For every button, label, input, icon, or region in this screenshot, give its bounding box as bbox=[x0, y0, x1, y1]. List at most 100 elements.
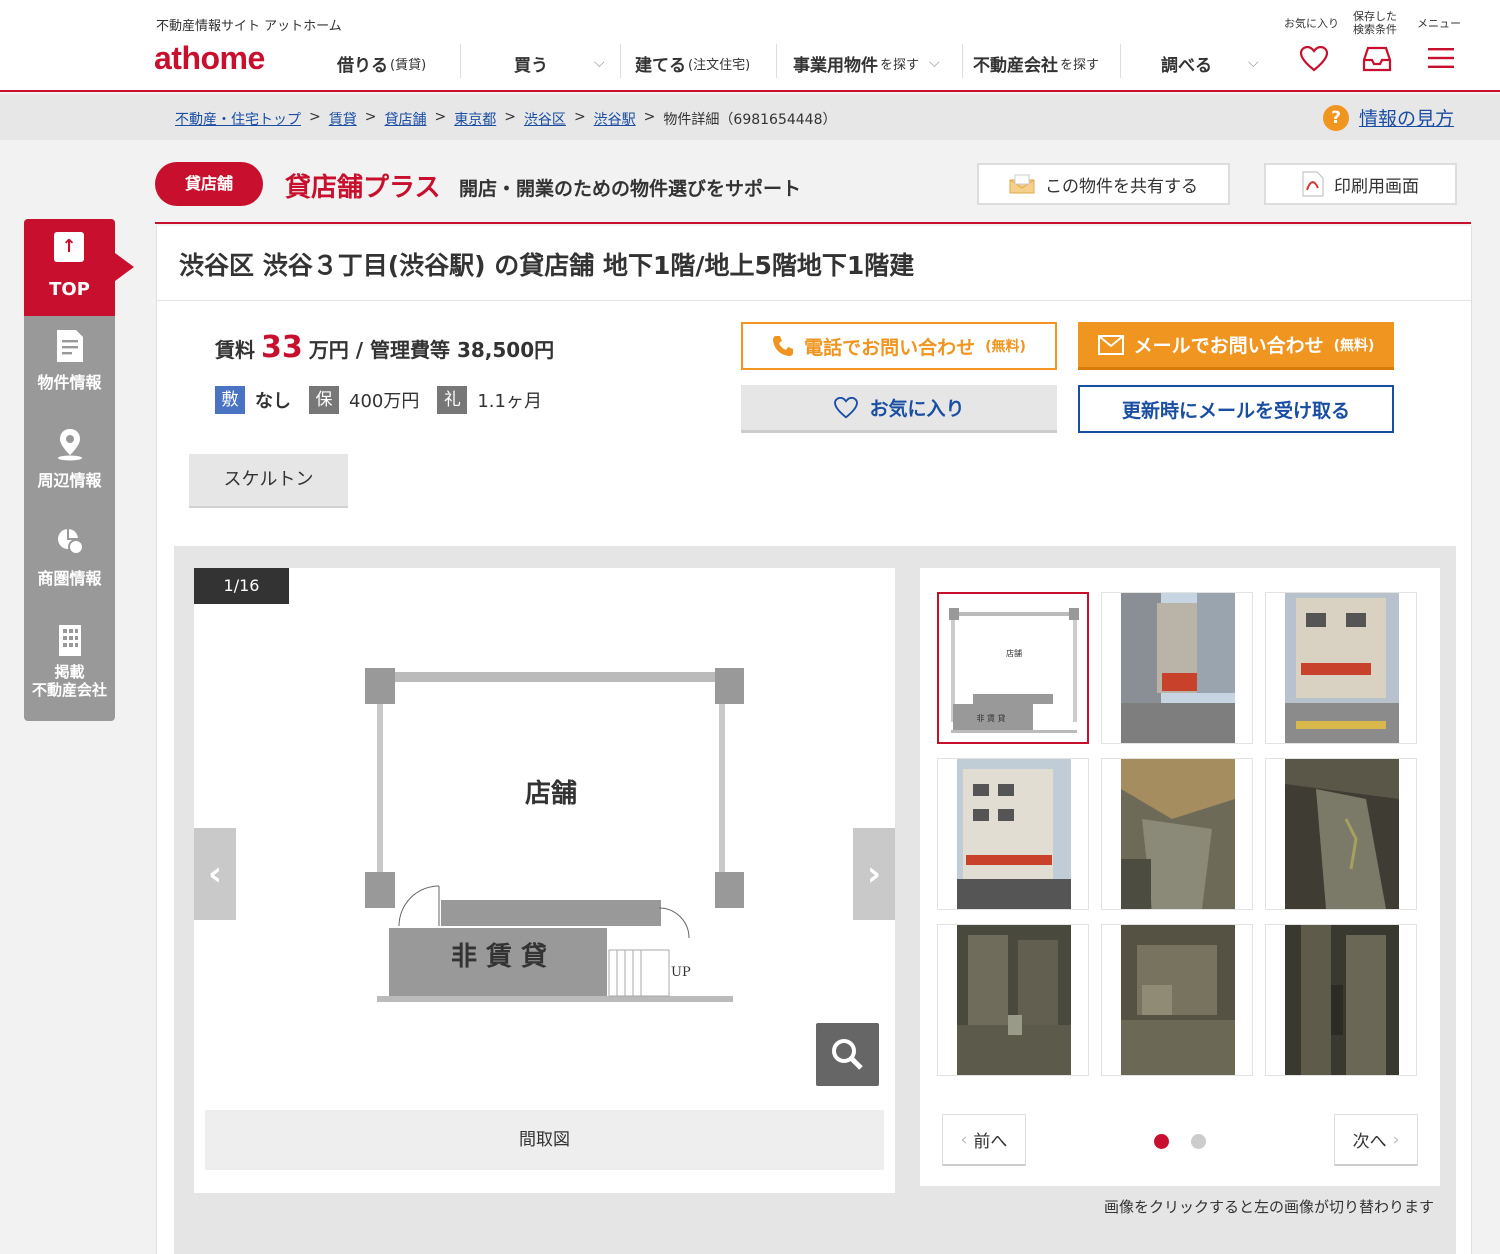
guarantee-badge: 保 bbox=[309, 386, 339, 414]
help-link[interactable]: ? 情報の見方 bbox=[1323, 104, 1454, 131]
inbox-icon[interactable] bbox=[1362, 46, 1392, 76]
thumbnail-floorplan[interactable]: 店舗非 賃 貸 bbox=[937, 592, 1089, 744]
phone-inquiry-button[interactable]: 電話でお問い合わせ (無料) bbox=[741, 322, 1057, 370]
magnifier-icon bbox=[832, 1039, 863, 1070]
breadcrumb-separator: > bbox=[364, 109, 377, 125]
mail-inquiry-button[interactable]: メールでお問い合わせ (無料) bbox=[1078, 322, 1394, 370]
thumbnail-photo[interactable] bbox=[937, 758, 1089, 910]
divider bbox=[157, 300, 1471, 301]
pdf-file-icon bbox=[1302, 171, 1324, 197]
photo-gallery: 1/16 店舗 非 賃 貸 UP ‹ › 間取図 店舗 非 賃 貸 ‹ 前へ 次… bbox=[174, 546, 1456, 1254]
nav-divider bbox=[776, 44, 777, 78]
main-image-viewer[interactable]: 1/16 店舗 非 賃 貸 UP ‹ › 間取図 bbox=[194, 568, 895, 1193]
saved-search-header-label: 保存した 検索条件 bbox=[1353, 10, 1397, 36]
page-dot[interactable] bbox=[1191, 1134, 1206, 1149]
chevron-right-icon: › bbox=[1392, 1129, 1400, 1150]
breadcrumb-link[interactable]: 貸店舗 bbox=[384, 109, 426, 129]
nav-divider bbox=[460, 44, 461, 78]
key-money-badge: 礼 bbox=[437, 386, 468, 414]
mail-icon bbox=[1097, 334, 1124, 355]
nav-build-sub: (注文住宅) bbox=[688, 57, 751, 73]
print-button[interactable]: 印刷用画面 bbox=[1264, 163, 1457, 205]
sidenav-item-property[interactable]: 物件情報 bbox=[24, 329, 115, 393]
breadcrumb-link[interactable]: 渋谷区 bbox=[524, 109, 566, 129]
arrow-up-icon: ↑ bbox=[54, 232, 84, 262]
page-dot-active[interactable] bbox=[1154, 1134, 1169, 1149]
thumbnail-photo[interactable] bbox=[1101, 758, 1253, 910]
breadcrumb: 不動産・住宅トップ > 賃貸 > 貸店舗 > 東京都 > 渋谷区 > 渋谷駅 > 物件詳細（… bbox=[175, 109, 836, 129]
hamburger-menu-icon[interactable] bbox=[1428, 46, 1454, 74]
nav-buy[interactable]: 買う ⌵ bbox=[514, 48, 605, 78]
update-notify-label: 更新時にメールを受け取る bbox=[1121, 399, 1350, 422]
thumbnail-panel: 店舗非 賃 貸 ‹ 前へ 次へ › bbox=[920, 568, 1440, 1186]
envelope-share-icon bbox=[1009, 174, 1035, 194]
breadcrumb-current: 物件詳細（6981654448） bbox=[663, 112, 837, 128]
next-image-button[interactable]: › bbox=[853, 828, 895, 920]
breadcrumb-link[interactable]: 賃貸 bbox=[329, 109, 357, 129]
rent-value: 33 bbox=[261, 330, 303, 365]
nav-build[interactable]: 建てる (注文住宅) bbox=[635, 48, 750, 78]
nav-agency[interactable]: 不動産会社 を探す bbox=[973, 48, 1099, 78]
nav-rent-sub: (賃貸) bbox=[390, 57, 427, 73]
help-link-label: 情報の見方 bbox=[1359, 108, 1455, 130]
feature-tag: スケルトン bbox=[189, 454, 348, 508]
thumbnail-photo[interactable] bbox=[1265, 592, 1417, 744]
zoom-button[interactable] bbox=[816, 1023, 879, 1086]
saved-search-label-line2: 検索条件 bbox=[1353, 23, 1397, 36]
thumbnail-photo[interactable] bbox=[1265, 758, 1417, 910]
update-notify-button[interactable]: 更新時にメールを受け取る bbox=[1078, 385, 1394, 433]
thumbnail-room-label: 店舗 bbox=[1006, 648, 1022, 658]
gallery-note: 画像をクリックすると左の画像が切り替わります bbox=[1103, 1198, 1434, 1216]
thumbnail-photo[interactable] bbox=[1265, 924, 1417, 1076]
athome-logo[interactable]: athome bbox=[154, 40, 265, 77]
favorite-button[interactable]: お気に入り bbox=[741, 385, 1057, 433]
thumbnail-photo[interactable] bbox=[1101, 592, 1253, 744]
share-button[interactable]: この物件を共有する bbox=[977, 163, 1230, 205]
sidenav-item-label-line2: 不動産会社 bbox=[31, 681, 107, 699]
nav-agency-sub: を探す bbox=[1060, 57, 1100, 73]
mail-inquiry-label: メールでお問い合わせ bbox=[1133, 335, 1324, 357]
thumbnail-prev-label: 前へ bbox=[973, 1132, 1008, 1152]
sidenav-item-surroundings[interactable]: 周辺情報 bbox=[24, 427, 115, 491]
favorites-header-label: お気に入り bbox=[1284, 17, 1339, 30]
breadcrumb-separator: > bbox=[573, 109, 586, 125]
breadcrumb-link[interactable]: 渋谷駅 bbox=[594, 109, 636, 129]
thumbnail-excluded-label: 非 賃 貸 bbox=[976, 713, 1005, 723]
breadcrumb-separator: > bbox=[309, 109, 321, 125]
thumbnail-photo[interactable] bbox=[937, 924, 1089, 1076]
nav-research[interactable]: 調べる ⌵ bbox=[1161, 48, 1259, 78]
nav-research-label: 調べる bbox=[1161, 55, 1212, 76]
breadcrumb-link[interactable]: 東京都 bbox=[454, 109, 496, 129]
phone-inquiry-free: (無料) bbox=[985, 339, 1026, 355]
sidenav-item-agency[interactable]: 掲載 不動産会社 bbox=[24, 623, 115, 699]
mail-inquiry-free: (無料) bbox=[1333, 337, 1375, 354]
thumbnail-next-button[interactable]: 次へ › bbox=[1334, 1114, 1418, 1166]
sidenav-item-label-line1: 掲載 bbox=[54, 663, 85, 681]
breadcrumb-link[interactable]: 不動産・住宅トップ bbox=[175, 109, 301, 129]
heart-icon[interactable] bbox=[1299, 45, 1329, 76]
sidenav-item-trade-area[interactable]: 商圏情報 bbox=[24, 525, 115, 589]
sidenav-top-button[interactable]: ↑ TOP bbox=[24, 219, 115, 316]
prev-image-button[interactable]: ‹ bbox=[194, 828, 236, 920]
sidenav-active-pointer bbox=[115, 253, 134, 281]
saved-search-label-line1: 保存した bbox=[1353, 10, 1397, 23]
floorplan-excluded-label: 非 賃 貸 bbox=[451, 941, 547, 972]
thumbnail-prev-button[interactable]: ‹ 前へ bbox=[942, 1114, 1026, 1166]
nav-buy-label: 買う bbox=[514, 55, 548, 76]
rent-summary: 賃料 33 万円 / 管理費等 38,500円 bbox=[215, 330, 554, 365]
sidenav-item-label: 掲載 不動産会社 bbox=[24, 663, 115, 699]
nav-rent[interactable]: 借りる (賃貸) bbox=[337, 48, 426, 78]
image-counter: 1/16 bbox=[194, 568, 289, 604]
site-tagline: 不動産情報サイト アットホーム bbox=[156, 19, 342, 34]
breadcrumb-separator: > bbox=[643, 109, 656, 125]
breadcrumb-separator: > bbox=[504, 109, 516, 125]
breadcrumb-separator: > bbox=[434, 109, 447, 125]
promo-subtitle: 開店・開業のための物件選びをサポート bbox=[459, 178, 802, 200]
promo-strip: 貸店舗 貸店舗プラス 開店・開業のための物件選びをサポート この物件を共有する … bbox=[155, 162, 1471, 224]
nav-business[interactable]: 事業用物件 を探す ⌵ bbox=[793, 48, 940, 78]
rent-suffix: 万円 / 管理費等 38,500円 bbox=[308, 338, 555, 362]
nav-build-label: 建てる bbox=[635, 55, 686, 76]
thumbnail-photo[interactable] bbox=[1101, 924, 1253, 1076]
sidenav-item-label: 物件情報 bbox=[37, 373, 102, 392]
site-header: 不動産情報サイト アットホーム athome 借りる (賃貸) 買う ⌵ 建てる (注… bbox=[0, 0, 1500, 92]
